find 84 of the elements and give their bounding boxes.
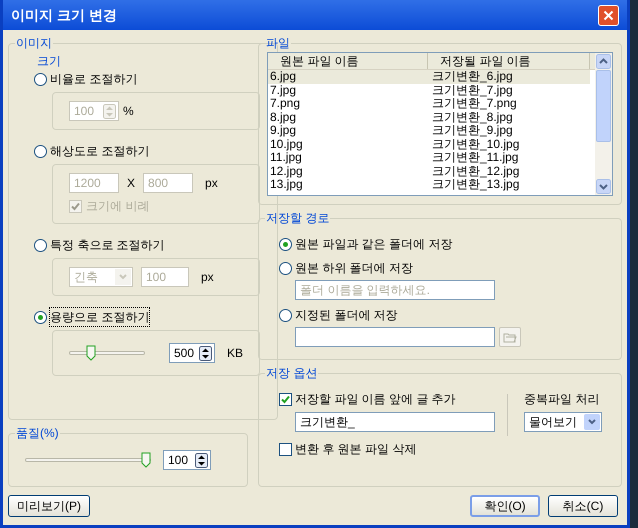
radio-label: 용량으로 조절하기 xyxy=(50,308,150,326)
scroll-up-icon xyxy=(596,54,611,69)
file-row[interactable]: 9.jpg 크기변환_9.jpg xyxy=(268,124,590,138)
spin-arrows-icon xyxy=(199,346,212,360)
file-row[interactable]: 7.png 크기변환_7.png xyxy=(268,97,590,110)
column-header[interactable]: 저장될 파일 이름 xyxy=(428,53,590,69)
table-cell-text: 크기변환_7.jpg xyxy=(431,84,513,97)
table-cell-text: 6.jpg xyxy=(269,70,298,84)
checkbox[interactable] xyxy=(279,392,292,406)
radio-label: 비율로 조절하기 xyxy=(50,71,138,88)
table-cell-text: 크기변환_10.jpg xyxy=(431,138,520,151)
table-cell-text: 12.jpg xyxy=(269,164,304,178)
spin-arrows-icon xyxy=(103,104,116,118)
prefix-field[interactable]: 크기변환_ xyxy=(295,412,495,432)
spin-field[interactable]: 100 xyxy=(163,450,211,470)
table-cell-text: 크기변환_12.jpg xyxy=(431,164,520,178)
scroll-down-icon xyxy=(596,179,611,194)
radio-button[interactable] xyxy=(279,308,292,322)
unit-label: px xyxy=(205,175,218,192)
group-label: 이미지 xyxy=(15,35,53,52)
group-label: 파일 xyxy=(265,35,291,52)
table-cell-text: 크기변환_6.jpg xyxy=(431,70,513,84)
file-row[interactable]: 7.jpg 크기변환_7.jpg xyxy=(268,84,590,97)
folder-path-field[interactable] xyxy=(295,327,495,347)
radio-button[interactable] xyxy=(34,144,47,158)
cancel-button[interactable]: 취소(C) xyxy=(548,495,618,517)
table-cell-text: 크기변환_13.jpg xyxy=(431,178,520,192)
file-row[interactable]: 11.jpg 크기변환_11.jpg xyxy=(268,151,590,164)
radio-button[interactable] xyxy=(34,72,47,86)
file-row[interactable]: 8.jpg 크기변환_8.jpg xyxy=(268,110,590,124)
slider[interactable] xyxy=(25,452,151,468)
file-row[interactable]: 6.jpg 크기변환_6.jpg xyxy=(268,70,590,84)
table-cell-text: 8.jpg xyxy=(269,110,298,124)
table-cell-text: 13.jpg xyxy=(269,178,304,192)
checkbox-label: 크기에 비례 xyxy=(86,198,150,215)
checkbox-label: 변환 후 원본 파일 삭제 xyxy=(295,441,416,458)
window-title: 이미지 크기 변경 xyxy=(11,6,117,24)
close-button[interactable] xyxy=(598,4,619,26)
group-label: 크기 xyxy=(36,53,62,70)
group-label: 저장할 경로 xyxy=(265,210,330,227)
scroll-thumb[interactable] xyxy=(596,70,611,142)
radio-label: 특정 축으로 조절하기 xyxy=(50,237,165,254)
scrollbar[interactable] xyxy=(595,53,612,195)
file-row[interactable]: 13.jpg 크기변환_13.jpg xyxy=(268,178,590,192)
table-cell-text: 크기변환_11.jpg xyxy=(431,151,518,164)
group-label: 저장 옵션 xyxy=(265,365,318,382)
checkbox[interactable] xyxy=(279,442,292,456)
spin-field[interactable]: 500 xyxy=(169,343,215,363)
radio-label: 원본 하위 폴더에 저장 xyxy=(295,260,414,277)
radio-label: 원본 파일과 같은 폴더에 저장 xyxy=(295,236,452,253)
radio-label: 지정된 폴더에 저장 xyxy=(295,307,398,324)
slider-thumb[interactable] xyxy=(141,452,151,468)
table-cell-text: 9.jpg xyxy=(269,124,298,138)
radio-button[interactable] xyxy=(279,262,292,274)
slider-thumb[interactable] xyxy=(86,345,96,361)
radio-button[interactable] xyxy=(34,238,47,252)
table-cell-text: 7.jpg xyxy=(269,84,298,97)
table-cell-text: 크기변환_9.jpg xyxy=(431,124,513,138)
duplicate-label: 중복파일 처리 xyxy=(524,391,600,408)
file-row[interactable]: 10.jpg 크기변환_10.jpg xyxy=(268,138,590,151)
spin-arrows-icon xyxy=(195,452,208,468)
radio-button[interactable] xyxy=(279,238,292,250)
preview-button[interactable]: 미리보기(P) xyxy=(8,495,90,517)
checkbox-label: 저장할 파일 이름 앞에 글 추가 xyxy=(295,391,456,408)
unit-label: % xyxy=(123,103,134,120)
ok-button[interactable]: 확인(O) xyxy=(470,495,540,517)
slider[interactable] xyxy=(69,345,145,361)
radio-label: 해상도로 조절하기 xyxy=(50,143,150,160)
close-icon xyxy=(603,10,614,20)
folder-name-field[interactable]: 폴더 이름을 입력하세요. xyxy=(295,280,495,300)
group-label: 품질(%) xyxy=(15,425,60,442)
duplicate-dropdown[interactable]: 물어보기 xyxy=(524,412,602,432)
table-cell-text: 크기변환_7.png xyxy=(431,97,517,110)
times-label: X xyxy=(127,175,136,192)
table-cell-text: 크기변환_8.jpg xyxy=(431,110,513,124)
unit-label: KB xyxy=(227,345,244,362)
unit-label: px xyxy=(201,269,214,286)
table-cell-text: 7.png xyxy=(269,97,302,110)
table-cell-text: 11.jpg xyxy=(269,151,303,164)
radio-button[interactable] xyxy=(34,310,47,324)
file-row[interactable]: 12.jpg 크기변환_12.jpg xyxy=(268,164,590,178)
folder-icon xyxy=(503,331,517,343)
table-cell-text: 10.jpg xyxy=(269,138,304,151)
column-header[interactable]: 원본 파일 이름 xyxy=(268,53,428,69)
